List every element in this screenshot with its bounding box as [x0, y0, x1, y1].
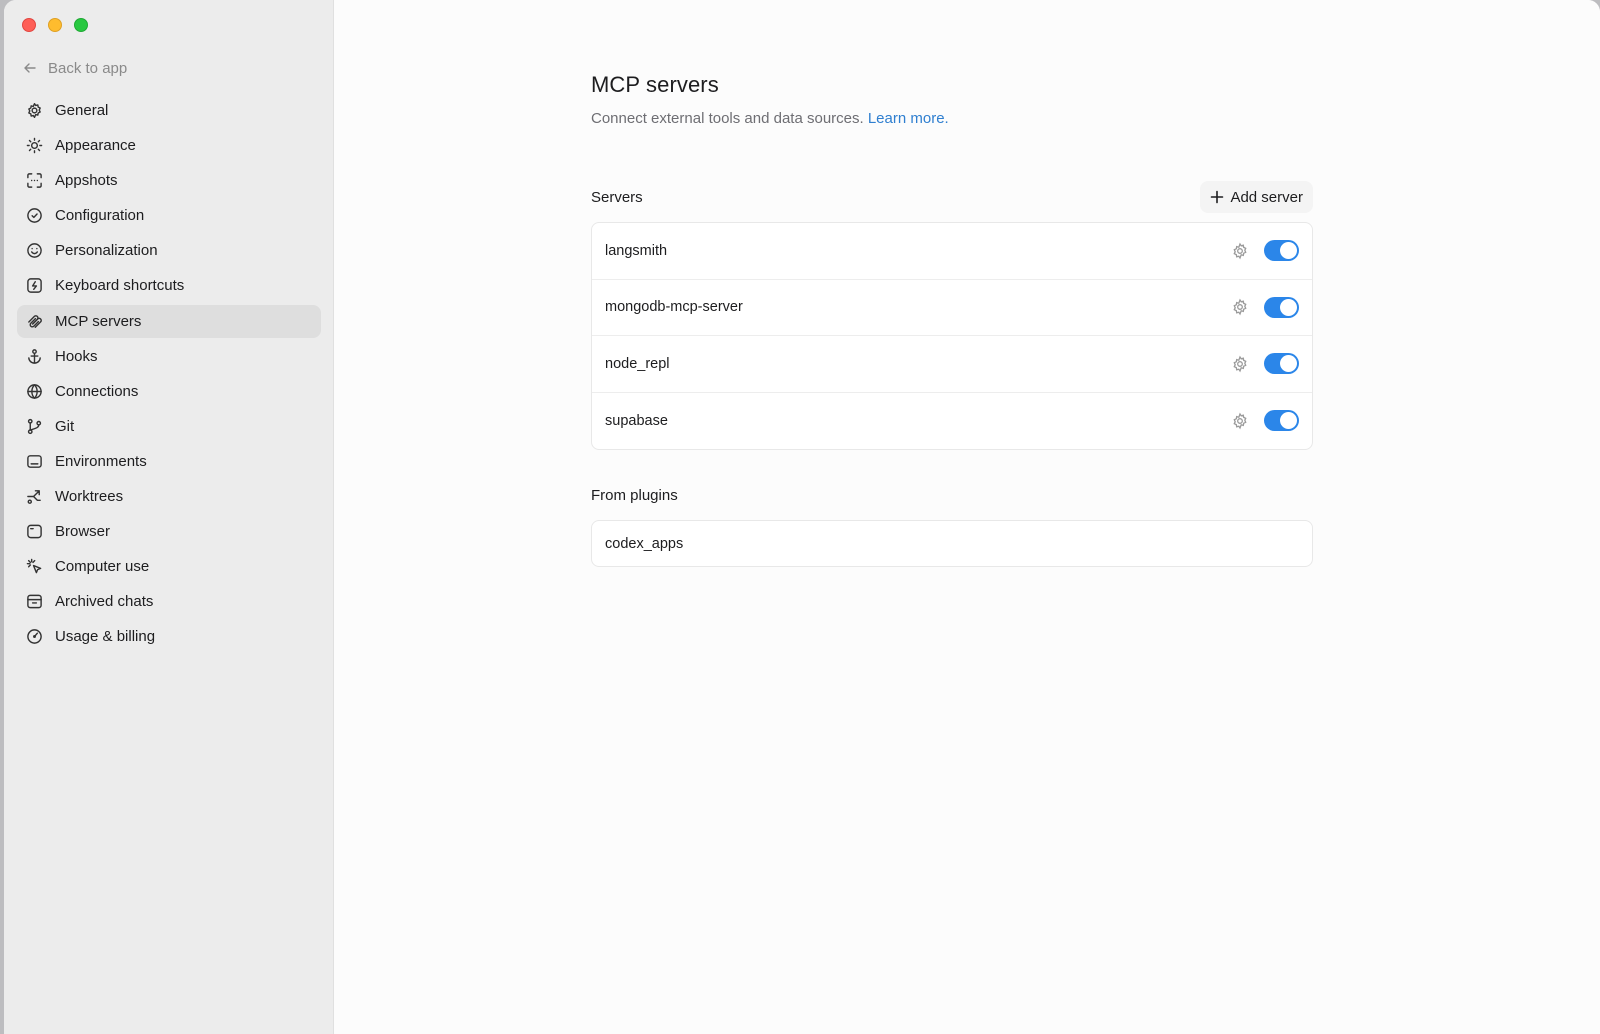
server-row-supabase: supabase [592, 393, 1312, 450]
servers-list: langsmith mongodb-mcp-server node_repl s… [591, 222, 1313, 450]
mcp-icon [28, 314, 42, 328]
gear-icon [1233, 298, 1247, 316]
subtitle-text: Connect external tools and data sources. [591, 110, 864, 127]
sidebar-item-archived-chats[interactable]: Archived chats [17, 585, 321, 618]
worktree-icon [27, 490, 41, 504]
screenshot-icon [27, 173, 42, 189]
sidebar-item-label: Hooks [55, 347, 98, 365]
sidebar-item-environments[interactable]: Environments [17, 445, 321, 478]
server-settings-button[interactable] [1231, 355, 1249, 373]
sidebar-item-mcp-servers[interactable]: MCP servers [17, 304, 321, 338]
server-enabled-toggle[interactable] [1264, 353, 1299, 375]
git-branch-icon [27, 418, 42, 434]
server-settings-button[interactable] [1231, 298, 1249, 316]
sidebar-item-label: Worktrees [55, 488, 124, 506]
server-row-node-repl: node_repl [592, 336, 1312, 393]
sidebar-item-label: Connections [55, 382, 139, 400]
back-to-app-link[interactable]: Back to app [22, 56, 127, 80]
gear-icon [1233, 242, 1247, 260]
plugins-section-title: From plugins [591, 486, 678, 504]
app-window: Back to app General Appearance Appshots … [4, 0, 1600, 1034]
toggle-knob [1280, 412, 1297, 430]
sidebar-item-worktrees[interactable]: Worktrees [17, 480, 321, 513]
sun-icon [26, 137, 43, 154]
plugin-row-codex-apps[interactable]: codex_apps [592, 521, 1312, 566]
sidebar-item-browser[interactable]: Browser [17, 515, 321, 548]
toggle-knob [1280, 355, 1297, 373]
settings-content: MCP servers Connect external tools and d… [591, 72, 1313, 567]
add-server-label: Add server [1230, 188, 1303, 206]
plus-icon [1211, 190, 1224, 204]
sidebar-item-usage-billing[interactable]: Usage & billing [17, 620, 321, 653]
sidebar-item-label: Git [55, 417, 75, 435]
sidebar-item-hooks[interactable]: Hooks [17, 340, 321, 373]
page-title: MCP servers [591, 72, 719, 97]
sidebar-item-appshots[interactable]: Appshots [17, 164, 321, 197]
cursor-icon [26, 558, 42, 574]
sidebar-item-personalization[interactable]: Personalization [17, 234, 321, 267]
sidebar-item-label: Configuration [55, 207, 145, 225]
server-row-langsmith: langsmith [592, 223, 1312, 280]
gauge-icon [27, 629, 42, 645]
add-server-button[interactable]: Add server [1200, 181, 1313, 213]
server-enabled-toggle[interactable] [1264, 240, 1299, 262]
arrow-left-icon [24, 63, 36, 73]
server-settings-button[interactable] [1231, 242, 1249, 260]
sidebar-item-label: Archived chats [55, 593, 154, 611]
monitor-icon [27, 455, 42, 468]
sidebar-item-git[interactable]: Git [17, 410, 321, 443]
sidebar-item-general[interactable]: General [17, 94, 321, 127]
sidebar-item-label: Usage & billing [55, 628, 156, 646]
globe-icon [27, 383, 42, 399]
sidebar-item-label: Computer use [55, 558, 150, 576]
archive-icon [27, 594, 42, 609]
gear-icon [1233, 412, 1247, 430]
servers-section-title: Servers [591, 188, 643, 206]
sidebar-item-label: MCP servers [55, 312, 142, 330]
server-enabled-toggle[interactable] [1264, 410, 1299, 432]
page-subtitle: Connect external tools and data sources.… [591, 110, 1313, 127]
sidebar-item-label: Keyboard shortcuts [55, 277, 185, 295]
server-name: langsmith [605, 242, 668, 259]
maximize-window-button[interactable] [74, 18, 88, 32]
plugins-list: codex_apps [591, 520, 1313, 567]
sidebar-item-label: Browser [55, 523, 111, 541]
shield-icon [27, 208, 42, 224]
close-window-button[interactable] [22, 18, 36, 32]
sidebar-item-computer-use[interactable]: Computer use [17, 550, 321, 583]
sidebar-item-label: Environments [55, 452, 147, 470]
plugin-name: codex_apps [605, 535, 684, 552]
keyboard-icon [27, 278, 42, 294]
toggle-knob [1280, 242, 1297, 260]
sidebar-item-label: Appshots [55, 172, 118, 190]
sidebar-item-label: General [55, 102, 109, 119]
gear-icon [1233, 355, 1247, 373]
learn-more-link[interactable]: Learn more. [868, 110, 949, 127]
anchor-icon [28, 348, 41, 364]
sidebar-item-appearance[interactable]: Appearance [17, 129, 321, 162]
main-panel: MCP servers Connect external tools and d… [334, 0, 1600, 1034]
browser-icon [27, 524, 42, 539]
sidebar-item-keyboard-shortcuts[interactable]: Keyboard shortcuts [17, 269, 321, 302]
sidebar: Back to app General Appearance Appshots … [4, 0, 334, 1034]
sidebar-item-label: Personalization [55, 242, 158, 260]
sidebar-item-configuration[interactable]: Configuration [17, 199, 321, 232]
server-enabled-toggle[interactable] [1264, 296, 1299, 318]
server-name: supabase [605, 412, 668, 429]
server-row-mongodb-mcp-server: mongodb-mcp-server [592, 280, 1312, 336]
smile-icon [27, 243, 42, 259]
settings-nav: General Appearance Appshots Configuratio… [17, 94, 321, 656]
server-name: mongodb-mcp-server [605, 299, 743, 316]
toggle-knob [1280, 298, 1297, 316]
window-controls [22, 18, 88, 32]
plugins-section-header: From plugins [591, 479, 1313, 511]
sidebar-item-label: Appearance [55, 137, 136, 155]
server-settings-button[interactable] [1231, 412, 1249, 430]
gear-icon [28, 102, 41, 119]
sidebar-item-connections[interactable]: Connections [17, 375, 321, 408]
minimize-window-button[interactable] [48, 18, 62, 32]
servers-section-header: Servers Add server [591, 181, 1313, 213]
back-to-app-label: Back to app [48, 59, 128, 77]
server-name: node_repl [605, 355, 670, 372]
